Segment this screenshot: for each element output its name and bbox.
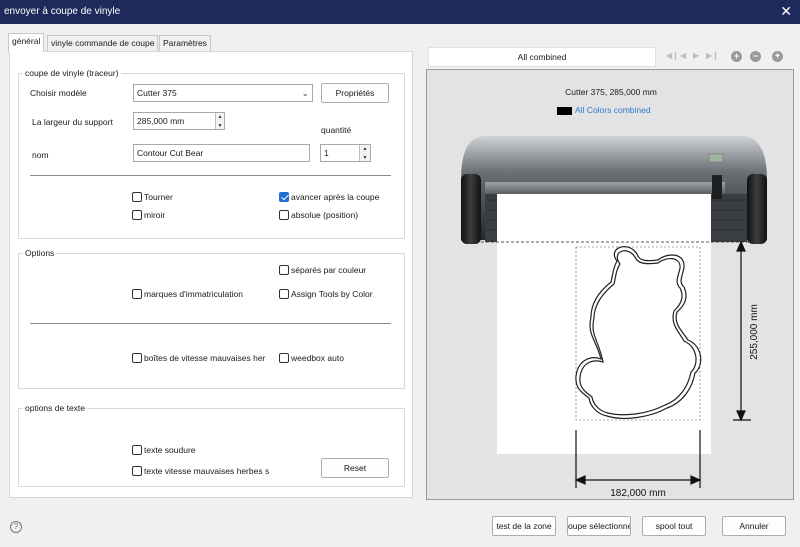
text-options-group: options de texte texte soudure texte vit… (18, 403, 405, 487)
model-select[interactable]: Cutter 375 ⌄ (133, 84, 313, 102)
spin-up-icon[interactable]: ▲ (216, 113, 224, 122)
quantity-input[interactable]: 1 ▲ ▼ (320, 144, 371, 162)
model-label: Choisir modèle (30, 88, 87, 98)
text-options-group-title: options de texte (23, 403, 88, 413)
checkbox-box (279, 264, 289, 275)
preview-toolbar: All combined ◀❙ ◀ ▶ ▶❙ + − ✦ (426, 47, 794, 67)
zoom-fit-icon[interactable]: ✦ (772, 51, 783, 62)
name-input[interactable]: Contour Cut Bear (133, 144, 310, 162)
checkbox-box (132, 191, 142, 202)
rotate-label: Tourner (144, 192, 173, 202)
model-select-value: Cutter 375 (137, 88, 177, 98)
preview-panel: All combined ◀❙ ◀ ▶ ▶❙ + − ✦ Cutter 375,… (426, 47, 794, 500)
checkbox-box (279, 288, 289, 299)
spool-selected-button[interactable]: oupe sélectionné (567, 516, 631, 536)
absolute-position-label: absolue (position) (291, 210, 359, 220)
first-page-icon[interactable]: ◀❙ (666, 51, 679, 60)
quantity-spinner[interactable]: ▲ ▼ (359, 145, 370, 161)
preview-page-title: All combined (428, 47, 656, 67)
reset-button[interactable]: Reset (321, 458, 389, 478)
separate-by-color-label: séparés par couleur (291, 265, 367, 275)
weed-boxes-checkbox[interactable]: boîtes de vitesse mauvaises her (132, 353, 269, 365)
close-icon[interactable]: ✕ (780, 3, 792, 19)
last-page-icon[interactable]: ▶❙ (706, 51, 719, 60)
test-area-button[interactable]: test de la zone (492, 516, 556, 536)
width-dimension-label: 182,000 mm (610, 488, 666, 499)
dialog-footer: ? test de la zone oupe sélectionné spool… (0, 510, 800, 547)
registration-marks-label: marques d'immatriculation (144, 289, 243, 299)
zoom-out-icon[interactable]: − (750, 51, 761, 62)
checkbox-box (132, 466, 142, 476)
assign-tools-checkbox[interactable]: Assign Tools by Color (279, 288, 373, 301)
separator (30, 323, 391, 324)
window-title: envoyer à coupe de vinyle (4, 6, 121, 17)
separator (30, 175, 391, 176)
quantity-label: quantité (321, 125, 352, 135)
checkbox-box (132, 288, 142, 299)
weedbox-auto-label: weedbox auto (291, 353, 344, 363)
spin-down-icon[interactable]: ▼ (216, 122, 224, 129)
media-width-input[interactable]: 285,000 mm ▲ ▼ (133, 112, 225, 130)
absolute-position-checkbox[interactable]: absolue (position) (279, 209, 359, 222)
weed-boxes-label: boîtes de vitesse mauvaises her (144, 353, 266, 363)
checkbox-box (132, 209, 142, 220)
general-tab-panel: coupe de vinyle (traceur) Choisir modèle… (9, 51, 413, 498)
title-bar: envoyer à coupe de vinyle ✕ (0, 0, 800, 24)
media-width-value: 285,000 mm (137, 116, 185, 126)
media-width-spinner[interactable]: ▲ ▼ (215, 113, 224, 129)
chevron-down-icon: ⌄ (301, 88, 309, 98)
weld-text-label: texte soudure (144, 445, 196, 455)
registration-marks-checkbox[interactable]: marques d'immatriculation (132, 288, 243, 301)
name-value: Contour Cut Bear (137, 148, 204, 158)
checkbox-box (132, 444, 142, 455)
checkbox-checked-icon (279, 191, 289, 202)
checkbox-box (279, 209, 289, 220)
separate-by-color-checkbox[interactable]: séparés par couleur (279, 264, 367, 277)
weed-text-checkbox[interactable]: texte vitesse mauvaises herbes s (132, 466, 277, 478)
height-dimension-label: 255,000 mm (749, 304, 760, 360)
zoom-in-icon[interactable]: + (731, 51, 742, 62)
quantity-value: 1 (324, 148, 329, 158)
tab-vinyl-cut-command[interactable]: vinyle commande de coupe (47, 35, 159, 51)
next-page-icon[interactable]: ▶ (693, 51, 699, 60)
cutter-group: coupe de vinyle (traceur) Choisir modèle… (18, 68, 405, 239)
tab-settings[interactable]: Paramètres (159, 35, 211, 51)
weed-text-label: texte vitesse mauvaises herbes s (144, 466, 270, 476)
weedbox-auto-checkbox[interactable]: weedbox auto (279, 352, 344, 365)
mirror-checkbox[interactable]: miroir (132, 209, 166, 222)
assign-tools-label: Assign Tools by Color (291, 289, 373, 299)
help-icon[interactable]: ? (10, 521, 22, 533)
spin-up-icon[interactable]: ▲ (360, 145, 370, 154)
cutter-group-title: coupe de vinyle (traceur) (23, 68, 121, 78)
weld-text-checkbox[interactable]: texte soudure (132, 444, 196, 457)
spool-all-button[interactable]: spool tout (642, 516, 706, 536)
cancel-button[interactable]: Annuler (722, 516, 786, 536)
properties-button[interactable]: Propriétés (321, 83, 389, 103)
mirror-label: miroir (144, 210, 166, 220)
plotter-preview: 255,000 mm 182,000 mm (461, 136, 767, 499)
cut-preview-canvas: Cutter 375, 285,000 mm All Colors combin… (426, 69, 794, 500)
advance-after-cut-label: avancer après la coupe (291, 192, 380, 202)
options-group: Options séparés par couleur marques d'im… (18, 248, 405, 389)
rotate-checkbox[interactable]: Tourner (132, 191, 173, 204)
previous-page-icon[interactable]: ◀ (680, 51, 686, 60)
advance-after-cut-checkbox[interactable]: avancer après la coupe (279, 191, 380, 204)
name-label: nom (32, 150, 49, 160)
tab-general[interactable]: général (8, 33, 45, 52)
checkbox-box (279, 352, 289, 363)
spin-down-icon[interactable]: ▼ (360, 154, 370, 161)
media-width-label: La largeur du support (32, 117, 113, 127)
options-group-title: Options (23, 248, 57, 258)
checkbox-box (132, 353, 142, 363)
